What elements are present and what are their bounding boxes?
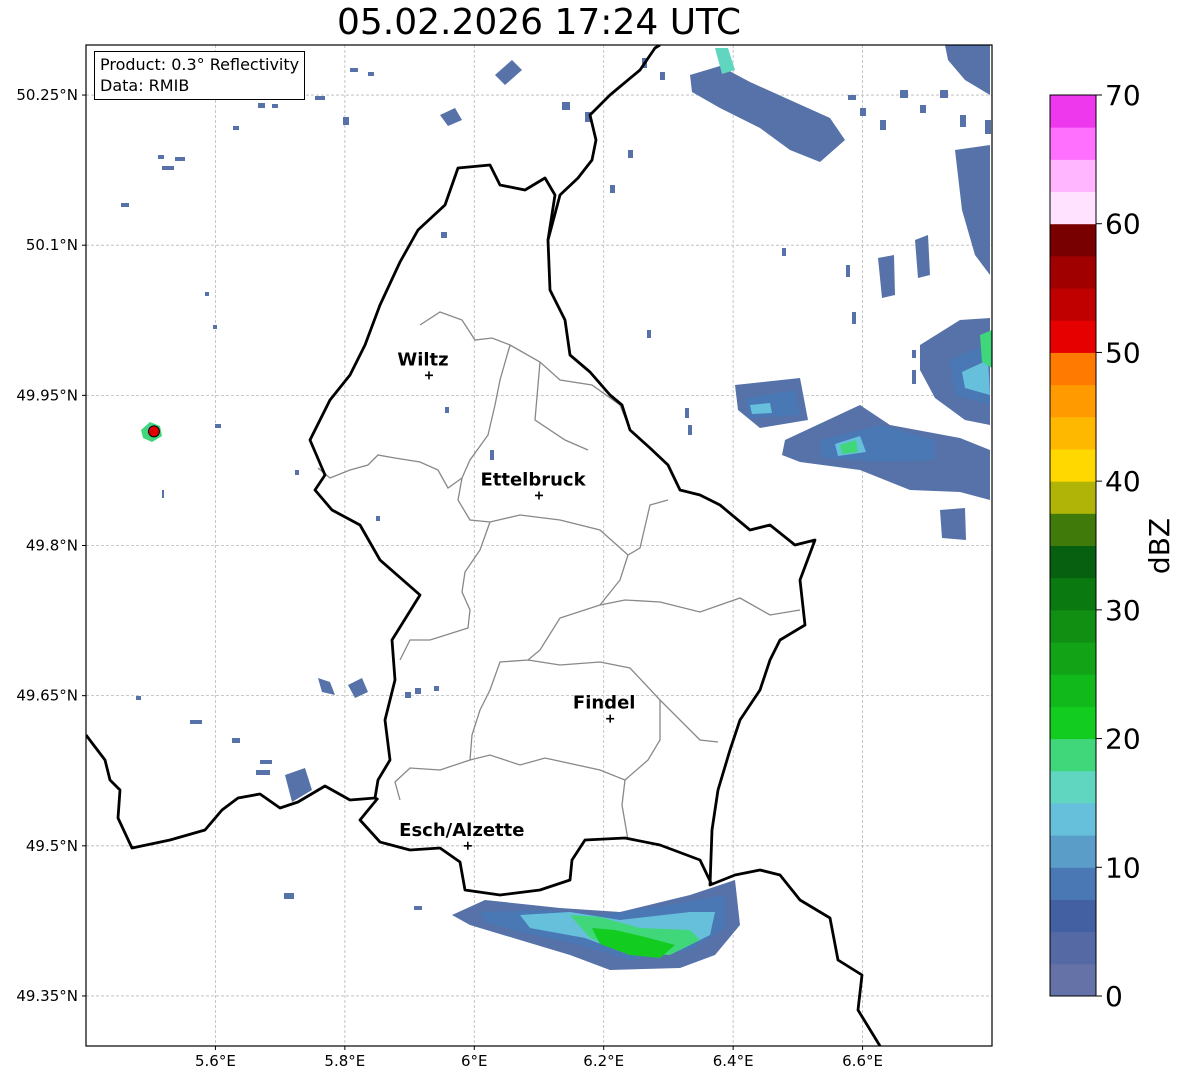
colorbar-tick-label: 10 <box>1105 851 1141 884</box>
colorbar-tick-label: 50 <box>1105 336 1141 369</box>
lat-tick-label: 50.25°N <box>16 86 78 104</box>
info-box: Product: 0.3° Reflectivity Data: RMIB <box>94 51 306 100</box>
city-marker-cross <box>606 714 615 723</box>
city-label: Wiltz <box>397 349 448 370</box>
colorbar-segment <box>1050 255 1096 289</box>
colorbar: 0 10 20 30 40 50 60 70 dBZ <box>1049 79 1176 1013</box>
colorbar-segment <box>1050 288 1096 321</box>
colorbar-segment <box>1050 835 1096 868</box>
colorbar-segment <box>1050 384 1096 418</box>
colorbar-tick-label: 70 <box>1105 79 1141 112</box>
colorbar-segment <box>1050 513 1096 546</box>
colorbar-segment <box>1050 127 1096 160</box>
colorbar-segment <box>1050 674 1096 707</box>
colorbar-segment <box>1050 642 1096 675</box>
city-marker-cross <box>424 371 433 380</box>
radar-site-marker <box>147 425 160 438</box>
lon-tick-label: 5.8°E <box>324 1052 365 1070</box>
colorbar-segment <box>1050 867 1096 900</box>
colorbar-segment <box>1050 577 1096 611</box>
colorbar-segment <box>1050 191 1096 225</box>
lat-tick-label: 49.95°N <box>16 386 78 404</box>
colorbar-segment <box>1050 95 1096 128</box>
data-source-label: Data: RMIB <box>100 76 190 95</box>
city-marker-cross <box>463 841 472 850</box>
colorbar-segment <box>1050 448 1096 482</box>
lat-tick-label: 49.65°N <box>16 687 78 705</box>
city-markers: Wiltz Ettelbruck Findel Esch/Alzette <box>397 349 636 850</box>
product-label: Product: 0.3° Reflectivity <box>100 55 300 74</box>
colorbar-label: dBZ <box>1143 518 1176 574</box>
lat-tick-label: 49.5°N <box>26 837 78 855</box>
lon-tick-label: 6°E <box>461 1052 488 1070</box>
colorbar-segment <box>1050 770 1096 804</box>
colorbar-segment <box>1050 352 1096 386</box>
colorbar-segment <box>1050 223 1096 257</box>
city-label: Ettelbruck <box>480 469 586 490</box>
colorbar-segment <box>1050 899 1096 933</box>
colorbar-segment <box>1050 738 1096 772</box>
colorbar-segment <box>1050 481 1096 514</box>
colorbar-segment <box>1050 802 1096 836</box>
echo-northeast <box>690 45 990 298</box>
lon-tick-label: 6.4°E <box>713 1052 754 1070</box>
colorbar-tick-label: 60 <box>1105 208 1141 241</box>
lat-tick-label: 49.8°N <box>26 537 78 555</box>
lat-tick-label: 49.35°N <box>16 987 78 1005</box>
radar-map: WiltzEttelbruckFindelEsch/Alzette 5.6°E 5… <box>16 44 1176 1070</box>
colorbar-segment <box>1050 545 1096 579</box>
colorbar-segment <box>1050 609 1096 643</box>
colorbar-tick-label: 0 <box>1105 980 1123 1013</box>
colorbar-segment <box>1050 416 1096 450</box>
city-marker-cross <box>535 491 543 500</box>
lat-tick-label: 50.1°N <box>26 236 78 254</box>
colorbar-segment <box>1050 706 1096 740</box>
colorbar-segment <box>1050 320 1096 353</box>
colorbar-tick-label: 20 <box>1105 723 1141 756</box>
lon-tick-label: 6.6°E <box>842 1052 883 1070</box>
lon-tick-label: 6.2°E <box>583 1052 624 1070</box>
reflectivity-echoes <box>121 45 992 970</box>
colorbar-segment <box>1050 963 1096 997</box>
gridlines <box>86 45 992 1046</box>
colorbar-tick-label: 40 <box>1105 465 1141 498</box>
city-label: Esch/Alzette <box>399 820 524 841</box>
city-label: Findel <box>573 693 636 714</box>
axis-ticks: 5.6°E 5.8°E 6°E 6.2°E 6.4°E 6.6°E 50.25°N 50.1°… <box>16 86 883 1070</box>
colorbar-tick-label: 30 <box>1105 594 1141 627</box>
lon-tick-label: 5.6°E <box>195 1052 236 1070</box>
colorbar-segment <box>1050 931 1096 965</box>
colorbar-segment <box>1050 159 1096 193</box>
